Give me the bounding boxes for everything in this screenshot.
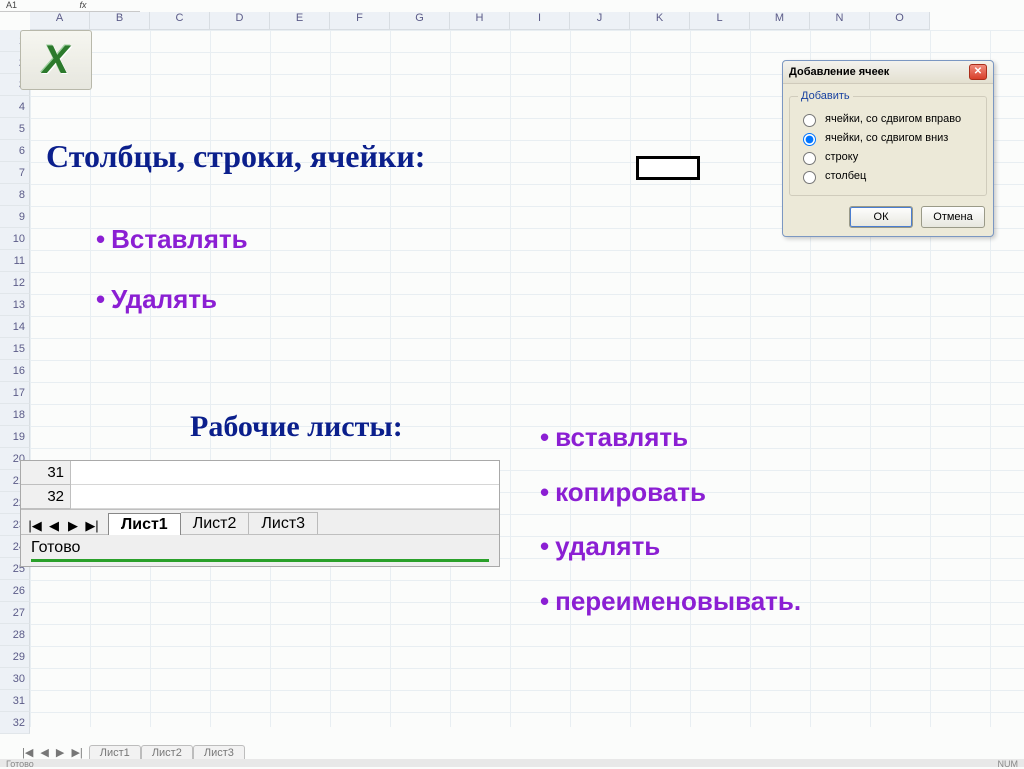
- status-text: Готово: [31, 539, 80, 556]
- radio-label: строку: [825, 151, 858, 163]
- bullets-worksheets: вставлятькопироватьудалятьпереименовыват…: [540, 410, 801, 628]
- bullet-item: удалять: [540, 519, 801, 574]
- heading-worksheets: Рабочие листы:: [190, 410, 403, 444]
- sheet-tab-3[interactable]: Лист3: [249, 512, 318, 534]
- radio-input[interactable]: [803, 114, 816, 127]
- bullets-columns-rows: ВставлятьУдалять: [96, 210, 248, 330]
- dialog-radio-option[interactable]: ячейки, со сдвигом вправо: [798, 111, 978, 127]
- dialog-title: Добавление ячеек: [789, 66, 969, 78]
- bullet-item: копировать: [540, 465, 801, 520]
- insert-cells-dialog: Добавление ячеек ✕ Добавить ячейки, со с…: [782, 60, 994, 237]
- sheet-tab-2[interactable]: Лист2: [181, 512, 250, 534]
- dialog-options-group: Добавить ячейки, со сдвигом вправо ячейки…: [789, 90, 987, 196]
- bullet-item: вставлять: [540, 410, 801, 465]
- excel-x-icon: X: [43, 38, 70, 83]
- radio-input[interactable]: [803, 133, 816, 146]
- bullet-item: переименовывать.: [540, 574, 801, 629]
- sheet-tabs-screenshot: 31 32 |◀ ◀ ▶ ▶| Лист1 Лист2 Лист3 Готово: [20, 460, 500, 567]
- nav-prev-icon[interactable]: ◀: [46, 518, 62, 534]
- heading-columns-rows-cells: Столбцы, строки, ячейки:: [46, 138, 425, 175]
- bullet-item: Удалять: [96, 270, 248, 330]
- row-header: 32: [21, 485, 71, 509]
- selected-cell-frame: [636, 156, 700, 180]
- row-header: 31: [21, 461, 71, 485]
- bullet-item: Вставлять: [96, 210, 248, 270]
- nav-last-icon[interactable]: ▶|: [84, 518, 100, 534]
- radio-label: столбец: [825, 170, 866, 182]
- cancel-button[interactable]: Отмена: [921, 206, 985, 228]
- dialog-radio-option[interactable]: столбец: [798, 168, 978, 184]
- nav-next-icon[interactable]: ▶: [65, 518, 81, 534]
- radio-label: ячейки, со сдвигом вправо: [825, 113, 961, 125]
- dialog-radio-option[interactable]: строку: [798, 149, 978, 165]
- radio-label: ячейки, со сдвигом вниз: [825, 132, 948, 144]
- sheet-nav-arrows[interactable]: |◀ ◀ ▶ ▶|: [27, 518, 100, 534]
- nav-first-icon[interactable]: |◀: [27, 518, 43, 534]
- dialog-radio-option[interactable]: ячейки, со сдвигом вниз: [798, 130, 978, 146]
- status-bar: Готово: [21, 534, 499, 566]
- ok-button[interactable]: ОК: [849, 206, 913, 228]
- radio-input[interactable]: [803, 152, 816, 165]
- close-icon[interactable]: ✕: [969, 64, 987, 80]
- excel-logo: X: [20, 30, 92, 90]
- dialog-group-label: Добавить: [798, 90, 853, 102]
- radio-input[interactable]: [803, 171, 816, 184]
- sheet-tab-1[interactable]: Лист1: [108, 513, 181, 535]
